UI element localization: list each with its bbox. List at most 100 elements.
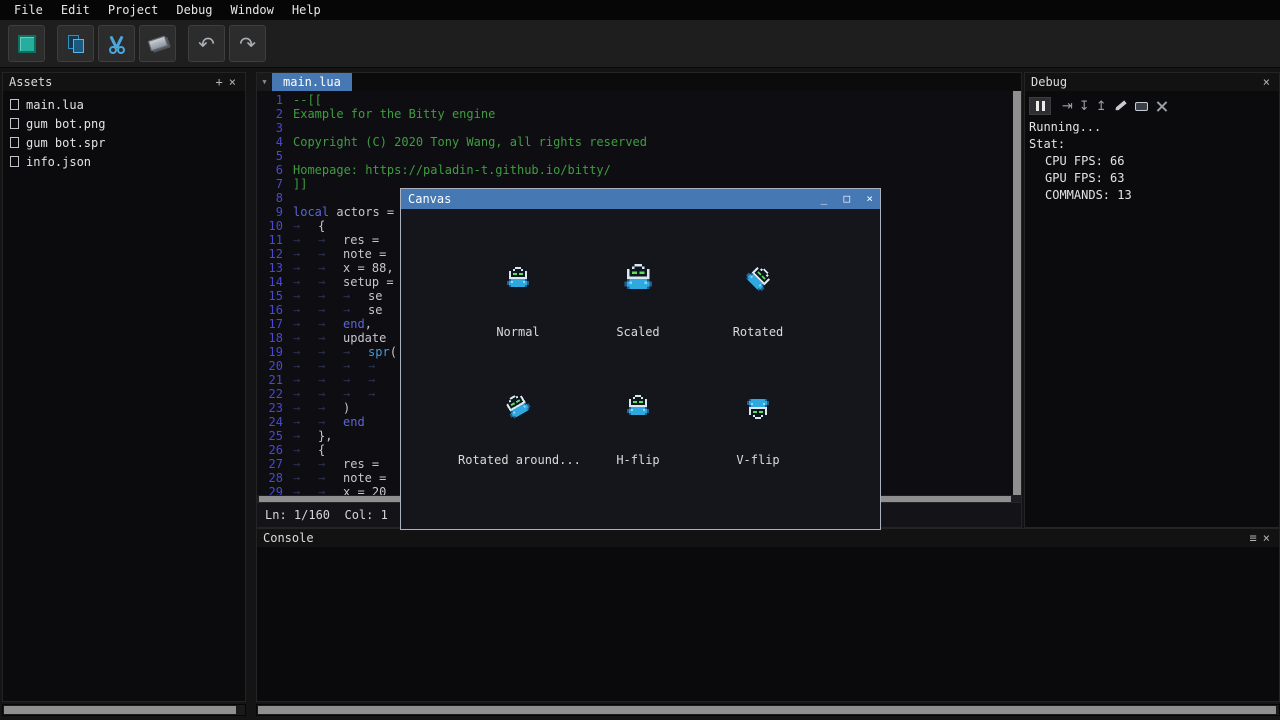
line-number: 28 (257, 471, 283, 485)
menu-item-help[interactable]: Help (283, 0, 330, 20)
close-debug-button[interactable]: × (1260, 73, 1273, 91)
line-number: 22 (257, 387, 283, 401)
debug-title: Debug (1031, 75, 1067, 89)
menu-item-debug[interactable]: Debug (167, 0, 221, 20)
debug-panel: Debug × ⇥ ↧ ↥ Running... Stat: CPU FPS: … (1024, 72, 1280, 528)
undo-button[interactable]: ↶ (188, 25, 225, 62)
debug-stat-label: Stat: (1025, 136, 1279, 153)
stop-button[interactable] (8, 25, 45, 62)
menu-item-file[interactable]: File (5, 0, 52, 20)
line-number: 14 (257, 275, 283, 289)
scrollbar-thumb[interactable] (4, 706, 236, 714)
menu-item-window[interactable]: Window (222, 0, 283, 20)
file-icon (10, 137, 19, 148)
minimize-button[interactable]: _ (821, 192, 828, 205)
line-number: 5 (257, 149, 283, 163)
debug-running-status: Running... (1025, 119, 1279, 136)
line-number: 1 (257, 93, 283, 107)
copy-button[interactable] (57, 25, 94, 62)
add-asset-button[interactable]: + (213, 73, 226, 91)
line-number: 19 (257, 345, 283, 359)
file-icon (10, 118, 19, 129)
undo-icon: ↶ (198, 34, 215, 54)
pause-icon (1036, 101, 1039, 111)
menu-item-edit[interactable]: Edit (52, 0, 99, 20)
menu-bar: FileEditProjectDebugWindowHelp (0, 0, 1280, 20)
step-into-button[interactable]: ↧ (1079, 100, 1090, 113)
pencil-icon[interactable] (1114, 100, 1127, 111)
line-number: 15 (257, 289, 283, 303)
canvas-demo-cell: Rotated (698, 237, 818, 365)
console-list-icon[interactable]: ≡ (1247, 529, 1260, 547)
step-over-button[interactable]: ⇥ (1062, 100, 1073, 113)
line-number: 11 (257, 233, 283, 247)
demo-label: H-flip (578, 453, 698, 467)
cut-button[interactable] (98, 25, 135, 62)
pause-button[interactable] (1029, 97, 1051, 115)
paste-button[interactable] (139, 25, 176, 62)
line-number: 23 (257, 401, 283, 415)
line-number: 3 (257, 121, 283, 135)
console-title: Console (263, 531, 314, 545)
scissors-icon (107, 34, 127, 54)
redo-icon: ↷ (239, 34, 256, 54)
scrollbar-thumb[interactable] (258, 706, 1276, 714)
toolbar: ↶ ↷ (0, 20, 1280, 68)
stop-icon (18, 35, 36, 53)
code-line: 2Example for the Bitty engine (257, 107, 1021, 121)
assets-list: main.lua gum bot.png gum bot.spr info.json (3, 91, 245, 171)
asset-name: info.json (26, 155, 91, 169)
console-panel: Console ≡ × (256, 528, 1280, 702)
canvas-window[interactable]: Canvas _ □ × NormalScaledRotated Rotated … (400, 188, 881, 530)
close-canvas-button[interactable]: × (866, 192, 873, 205)
robot-sprite (622, 264, 655, 294)
asset-item[interactable]: info.json (3, 152, 245, 171)
line-number: 4 (257, 135, 283, 149)
step-out-button[interactable]: ↥ (1096, 100, 1107, 113)
debug-stat: COMMANDS: 13 (1025, 187, 1279, 204)
asset-item[interactable]: gum bot.spr (3, 133, 245, 152)
line-number: 13 (257, 261, 283, 275)
debug-stat: GPU FPS: 63 (1025, 170, 1279, 187)
canvas-title-bar[interactable]: Canvas _ □ × (401, 189, 880, 209)
console-output[interactable] (257, 547, 1279, 701)
debug-header: Debug × (1025, 73, 1279, 91)
cursor-position: Ln: 1/160 Col: 1 (265, 508, 388, 522)
line-number: 10 (257, 219, 283, 233)
code-line: 6Homepage: https://paladin-t.github.io/b… (257, 163, 1021, 177)
canvas-grid: NormalScaledRotated Rotated around...H-fl… (401, 209, 880, 493)
close-assets-button[interactable]: × (226, 73, 239, 91)
tab-list-button[interactable]: ▼ (257, 73, 272, 91)
redo-button[interactable]: ↷ (229, 25, 266, 62)
maximize-button[interactable]: □ (844, 192, 851, 205)
code-line: 1--[[ (257, 93, 1021, 107)
asset-name: gum bot.spr (26, 136, 105, 150)
assets-horizontal-scrollbar[interactable] (2, 704, 246, 716)
console-horizontal-scrollbar[interactable] (256, 704, 1280, 716)
code-line: 4Copyright (C) 2020 Tony Wang, all right… (257, 135, 1021, 149)
canvas-title: Canvas (408, 192, 451, 206)
asset-item[interactable]: main.lua (3, 95, 245, 114)
solid-rect-icon[interactable] (1135, 102, 1148, 111)
canvas-demo-cell: Scaled (578, 237, 698, 365)
line-number: 20 (257, 359, 283, 373)
tab-main-lua[interactable]: main.lua (272, 73, 352, 91)
clear-cross-icon[interactable] (1156, 100, 1169, 113)
menu-item-project[interactable]: Project (99, 0, 168, 20)
robot-sprite (625, 395, 651, 419)
debug-stats: CPU FPS: 66GPU FPS: 63COMMANDS: 13 (1025, 153, 1279, 204)
demo-label: Rotated around... (458, 453, 578, 467)
asset-item[interactable]: gum bot.png (3, 114, 245, 133)
canvas-demo-cell: Rotated around... (458, 365, 578, 493)
demo-label: Normal (458, 325, 578, 339)
robot-sprite (505, 267, 531, 291)
line-number: 18 (257, 331, 283, 345)
file-icon (10, 99, 19, 110)
editor-vertical-scrollbar[interactable] (1013, 91, 1021, 495)
assets-header: Assets + × (3, 73, 245, 91)
code-line: 5 (257, 149, 1021, 163)
code-line: 3 (257, 121, 1021, 135)
file-icon (10, 156, 19, 167)
close-console-button[interactable]: × (1260, 529, 1273, 547)
asset-name: main.lua (26, 98, 84, 112)
